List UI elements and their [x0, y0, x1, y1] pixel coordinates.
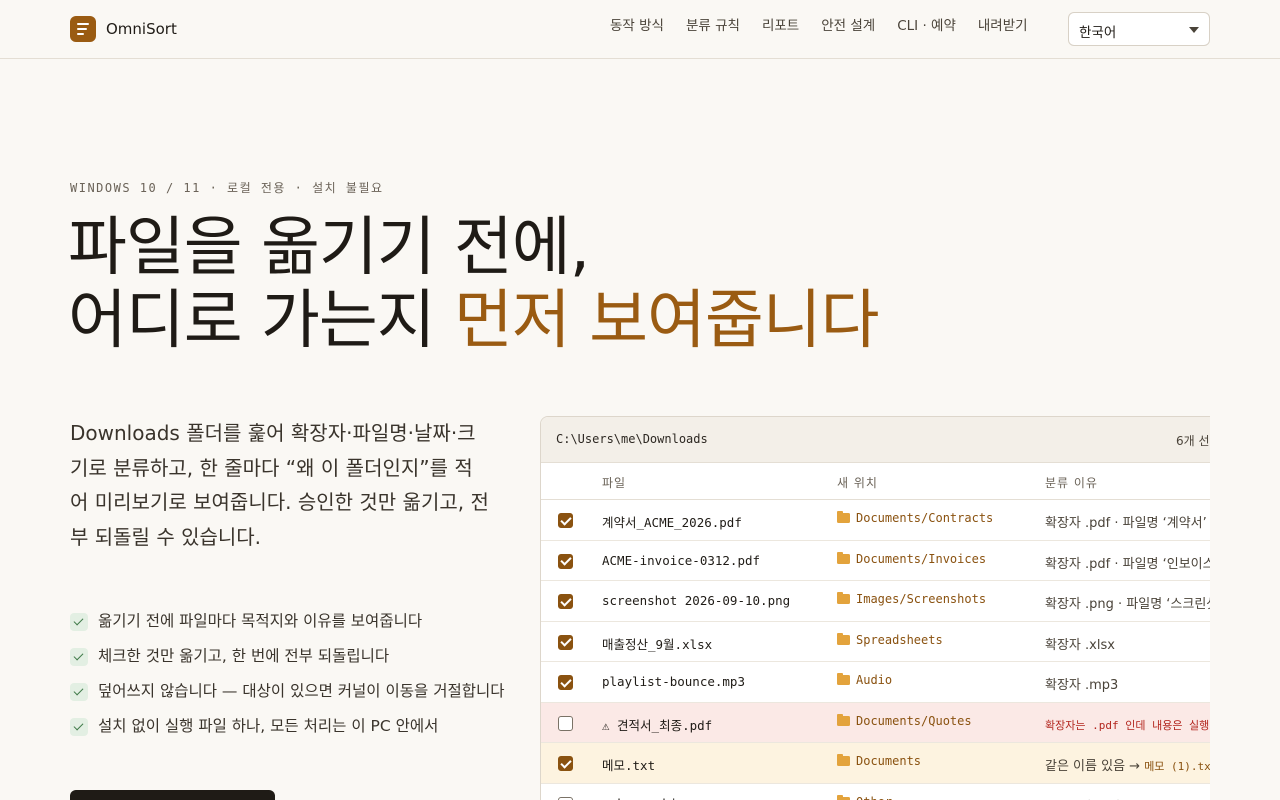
col-file: 파일	[602, 476, 627, 490]
destination-path: Other	[856, 795, 892, 800]
destination: Documents/Invoices	[837, 551, 987, 566]
row-checkbox[interactable]	[558, 756, 573, 771]
destination: Documents	[837, 754, 921, 768]
check-icon	[70, 613, 88, 631]
row-checkbox[interactable]	[558, 715, 573, 731]
folder-icon	[837, 632, 850, 645]
col-reason: 분류 이유	[1045, 476, 1098, 490]
row-checkbox[interactable]	[558, 594, 573, 609]
top-bar: OmniSort 동작 방식 분류 규칙 리포트 안전 설계 CLI · 예약 …	[0, 0, 1280, 59]
destination-path: Images/Screenshots	[856, 592, 987, 606]
check-icon	[70, 683, 88, 701]
table-row[interactable]: screenshot 2026-09-10.png Images/Screensh…	[541, 581, 1210, 622]
brand[interactable]: OmniSort	[70, 16, 177, 42]
headline-line2: 어디로 가는지	[68, 284, 454, 358]
download-button[interactable]	[70, 790, 275, 800]
file-name: unknown.bin	[602, 796, 685, 800]
nav-how-it-works[interactable]: 동작 방식	[610, 14, 664, 34]
file-name: playlist-bounce.mp3	[602, 674, 745, 689]
row-checkbox[interactable]	[558, 634, 573, 650]
table-row[interactable]: ACME-invoice-0312.pdf Documents/Invoices 확…	[541, 541, 1210, 581]
headline-line1: 파일을 옮기기 전에,	[68, 211, 590, 285]
selection-count: 6개 선택	[1176, 434, 1210, 448]
check-icon	[70, 718, 88, 736]
table-row[interactable]: 메모.txt Documents 같은 이름 있음 → 메모 (1).txt	[541, 743, 1210, 784]
file-name: 메모.txt	[602, 758, 656, 773]
benefit-item: 덮어쓰지 않습니다 — 대상이 있으면 커널이 이동을 거절합니다	[70, 678, 510, 705]
benefit-item: 체크한 것만 옮기고, 한 번에 전부 되돌립니다	[70, 643, 510, 670]
destination-path: Documents/Quotes	[856, 713, 972, 728]
destination-path: Documents/Contracts	[856, 511, 994, 525]
chevron-down-icon	[1189, 27, 1199, 33]
reason-text: 같은 이름 있음 → 메모 (1).txt	[1045, 755, 1210, 774]
reason-text: 확장자 .pdf · 파일명 ‘계약서’	[1045, 516, 1207, 531]
reason-text: 미분류 확장자	[1045, 796, 1121, 800]
renamed-target: 메모 (1).txt	[1144, 760, 1210, 773]
folder-icon	[837, 713, 850, 726]
destination-path: Documents	[856, 754, 922, 768]
eyebrow: WINDOWS 10 / 11 · 로컬 전용 · 설치 불필요	[70, 181, 384, 195]
headline-accent: 먼저 보여줍니다	[453, 284, 880, 358]
page-title: 파일을 옮기기 전에, 어디로 가는지 먼저 보여줍니다	[68, 211, 880, 358]
omnisort-logo-icon	[70, 16, 96, 42]
row-checkbox[interactable]	[558, 513, 573, 528]
reason-text: 확장자 .pdf · 파일명 ‘인보이스’	[1045, 556, 1210, 572]
folder-icon	[837, 592, 850, 604]
nav-report[interactable]: 리포트	[762, 14, 799, 34]
table-row[interactable]: playlist-bounce.mp3 Audio 확장자 .mp3	[541, 662, 1210, 703]
destination: Spreadsheets	[837, 632, 943, 647]
reason-text: 확장자는 .pdf 인데 내용은 실행 파일	[1045, 718, 1210, 732]
preview-header: C:\Users\me\Downloads 6개 선택	[541, 417, 1210, 463]
destination-path: Documents/Invoices	[856, 551, 987, 566]
reason-text: 확장자 .mp3	[1045, 678, 1119, 693]
table-header: 파일 새 위치 분류 이유	[541, 463, 1210, 500]
folder-icon	[837, 754, 850, 766]
table-row[interactable]: 계약서_ACME_2026.pdf Documents/Contracts 확장자 …	[541, 500, 1210, 541]
preview-panel: C:\Users\me\Downloads 6개 선택 파일 새 위치 분류 이…	[540, 416, 1210, 800]
destination: Other	[837, 794, 892, 800]
file-name: 매출정산_9월.xlsx	[602, 636, 713, 652]
main-nav: 동작 방식 분류 규칙 리포트 안전 설계 CLI · 예약 내려받기	[610, 14, 1050, 34]
language-value: 한국어	[1079, 25, 1117, 41]
file-name: screenshot 2026-09-10.png	[602, 593, 791, 608]
benefit-item: 설치 없이 실행 파일 하나, 모든 처리는 이 PC 안에서	[70, 713, 510, 740]
file-name: ⚠ 견적서_최종.pdf	[602, 717, 713, 733]
folder-icon	[837, 673, 850, 685]
check-icon	[70, 648, 88, 666]
table-row[interactable]: unknown.bin Other 미분류 확장자	[541, 784, 1210, 800]
row-checkbox[interactable]	[558, 553, 573, 569]
destination: Audio	[837, 673, 892, 687]
reason-text: 확장자 .xlsx	[1045, 637, 1115, 653]
destination-path: Audio	[856, 673, 893, 687]
language-select[interactable]: 한국어	[1068, 12, 1210, 46]
brand-name: OmniSort	[106, 20, 177, 38]
nav-rules[interactable]: 분류 규칙	[686, 14, 740, 34]
file-name: 계약서_ACME_2026.pdf	[602, 515, 742, 530]
lead-paragraph: Downloads 폴더를 훑어 확장자·파일명·날짜·크기로 분류하고, 한 …	[70, 421, 489, 549]
nav-download[interactable]: 내려받기	[978, 14, 1028, 34]
destination: Documents/Contracts	[837, 511, 993, 525]
row-checkbox[interactable]	[558, 675, 573, 690]
file-name: ACME-invoice-0312.pdf	[602, 552, 761, 568]
table-row[interactable]: 매출정산_9월.xlsx Spreadsheets 확장자 .xlsx	[541, 622, 1210, 662]
folder-icon	[837, 551, 850, 564]
row-checkbox[interactable]	[558, 796, 573, 800]
folder-icon	[837, 794, 850, 800]
benefit-list: 옮기기 전에 파일마다 목적지와 이유를 보여줍니다 체크한 것만 옮기고, 한…	[70, 608, 510, 748]
benefit-item: 옮기기 전에 파일마다 목적지와 이유를 보여줍니다	[70, 608, 510, 635]
table-row[interactable]: ⚠ 견적서_최종.pdf Documents/Quotes 확장자는 .pdf 인데…	[541, 702, 1210, 743]
destination: Images/Screenshots	[837, 592, 986, 606]
nav-safety[interactable]: 안전 설계	[821, 14, 875, 34]
nav-cli[interactable]: CLI · 예약	[897, 14, 956, 34]
reason-text: 확장자 .png · 파일명 ‘스크린샷’	[1045, 597, 1210, 612]
file-rows: 계약서_ACME_2026.pdf Documents/Contracts 확장자 …	[541, 500, 1210, 800]
destination: Documents/Quotes	[837, 713, 972, 728]
preview-clip: C:\Users\me\Downloads 6개 선택 파일 새 위치 분류 이…	[540, 416, 1210, 800]
destination-path: Spreadsheets	[856, 632, 943, 647]
col-dest: 새 위치	[837, 476, 878, 490]
folder-path: C:\Users\me\Downloads	[556, 432, 708, 446]
folder-icon	[837, 511, 850, 523]
